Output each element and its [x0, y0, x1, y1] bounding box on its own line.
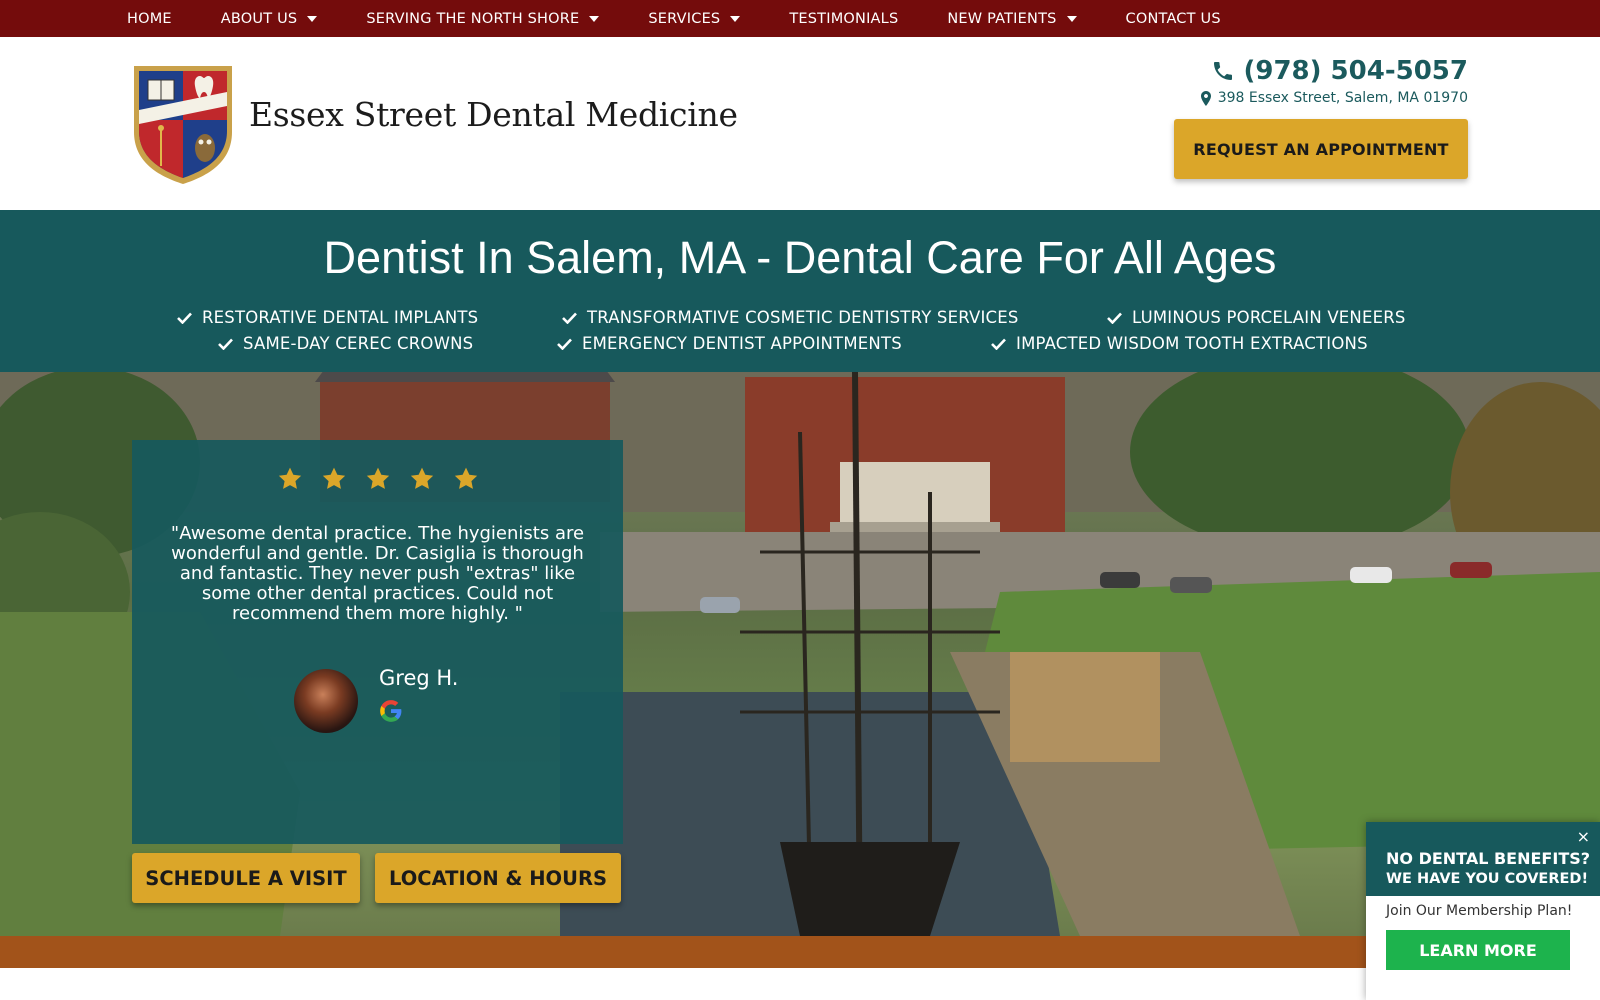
services-banner: Dentist In Salem, MA - Dental Care For A…: [0, 210, 1600, 372]
feature-label: RESTORATIVE DENTAL IMPLANTS: [202, 308, 479, 327]
phone-number[interactable]: (978) 504-5057: [1211, 56, 1468, 86]
close-icon[interactable]: ×: [1577, 827, 1590, 846]
nav-item-label: NEW PATIENTS: [947, 10, 1057, 27]
nav-item-new-patients[interactable]: NEW PATIENTS: [947, 10, 1077, 27]
membership-popup: × NO DENTAL BENEFITS? WE HAVE YOU COVERE…: [1366, 822, 1600, 1000]
star-icon: [454, 467, 477, 489]
check-icon: [218, 338, 233, 350]
map-pin-icon: [1200, 90, 1211, 106]
star-icon: [322, 467, 345, 489]
nav-item-label: SERVING THE NORTH SHORE: [366, 10, 580, 27]
feature-label: EMERGENCY DENTIST APPOINTMENTS: [582, 334, 902, 353]
check-icon: [991, 338, 1006, 350]
feature-item: TRANSFORMATIVE COSMETIC DENTISTRY SERVIC…: [562, 308, 1019, 327]
review-card: "Awesome dental practice. The hygienists…: [132, 440, 623, 844]
feature-label: TRANSFORMATIVE COSMETIC DENTISTRY SERVIC…: [587, 308, 1019, 327]
location-hours-button[interactable]: LOCATION & HOURS: [375, 853, 621, 903]
crest-logo-icon[interactable]: [130, 62, 236, 186]
nav-item-home[interactable]: HOME: [127, 11, 172, 27]
check-icon: [1107, 312, 1122, 324]
feature-label: IMPACTED WISDOM TOOTH EXTRACTIONS: [1016, 334, 1368, 353]
popup-headline: NO DENTAL BENEFITS? WE HAVE YOU COVERED!: [1386, 848, 1590, 889]
feature-label: LUMINOUS PORCELAIN VENEERS: [1132, 308, 1406, 327]
nav-item-label: SERVICES: [648, 10, 721, 27]
popup-subtitle: WE HAVE YOU COVERED!: [1386, 871, 1589, 887]
star-rating: [132, 466, 623, 492]
nav-item-label: TESTIMONIALS: [789, 10, 899, 27]
nav-item-services[interactable]: SERVICES: [648, 10, 741, 27]
feature-item: LUMINOUS PORCELAIN VENEERS: [1107, 308, 1406, 327]
check-icon: [562, 312, 577, 324]
nav-item-label: HOME: [127, 10, 172, 27]
schedule-visit-button[interactable]: SCHEDULE A VISIT: [132, 853, 360, 903]
popup-title: NO DENTAL BENEFITS?: [1386, 849, 1591, 868]
feature-item: EMERGENCY DENTIST APPOINTMENTS: [557, 334, 902, 353]
caret-down-icon: [730, 15, 741, 22]
request-appointment-button[interactable]: REQUEST AN APPOINTMENT: [1174, 119, 1468, 179]
review-quote: "Awesome dental practice. The hygienists…: [170, 523, 585, 624]
practice-name[interactable]: Essex Street Dental Medicine: [249, 95, 738, 134]
star-icon: [278, 467, 301, 489]
popup-join-text: Join Our Membership Plan!: [1386, 903, 1573, 919]
nav-item-contact-us[interactable]: CONTACT US: [1126, 11, 1221, 27]
learn-more-button[interactable]: LEARN MORE: [1386, 930, 1570, 970]
caret-down-icon: [1066, 15, 1077, 22]
star-icon: [410, 467, 433, 489]
footer-accent-strip: [0, 936, 1600, 968]
address-text: 398 Essex Street, Salem, MA 01970: [1217, 90, 1468, 106]
feature-item: RESTORATIVE DENTAL IMPLANTS: [177, 308, 478, 327]
star-icon: [366, 467, 389, 489]
nav-item-label: CONTACT US: [1125, 10, 1221, 27]
popup-header: × NO DENTAL BENEFITS? WE HAVE YOU COVERE…: [1366, 822, 1600, 896]
caret-down-icon: [307, 15, 318, 22]
feature-item: IMPACTED WISDOM TOOTH EXTRACTIONS: [991, 334, 1368, 353]
reviewer-name: Greg H.: [379, 666, 459, 690]
feature-item: SAME-DAY CEREC CROWNS: [218, 334, 473, 353]
phone-text: (978) 504-5057: [1243, 56, 1468, 86]
top-nav: HOME ABOUT US SERVING THE NORTH SHORE SE…: [0, 0, 1600, 37]
nav-item-label: ABOUT US: [220, 10, 298, 27]
google-icon: [380, 700, 402, 722]
caret-down-icon: [589, 15, 600, 22]
page-title: Dentist In Salem, MA - Dental Care For A…: [323, 232, 1277, 283]
nav-item-testimonials[interactable]: TESTIMONIALS: [789, 11, 898, 27]
check-icon: [177, 312, 192, 324]
address[interactable]: 398 Essex Street, Salem, MA 01970: [1200, 90, 1468, 106]
phone-icon: [1214, 62, 1233, 80]
nav-item-about-us[interactable]: ABOUT US: [221, 11, 318, 27]
check-icon: [557, 338, 572, 350]
site-header: Essex Street Dental Medicine (978) 504-5…: [0, 37, 1600, 210]
hero-section: "Awesome dental practice. The hygienists…: [0, 372, 1600, 936]
reviewer-avatar: [294, 669, 358, 733]
nav-item-serving-north-shore[interactable]: SERVING THE NORTH SHORE: [366, 10, 600, 27]
feature-label: SAME-DAY CEREC CROWNS: [243, 334, 474, 353]
